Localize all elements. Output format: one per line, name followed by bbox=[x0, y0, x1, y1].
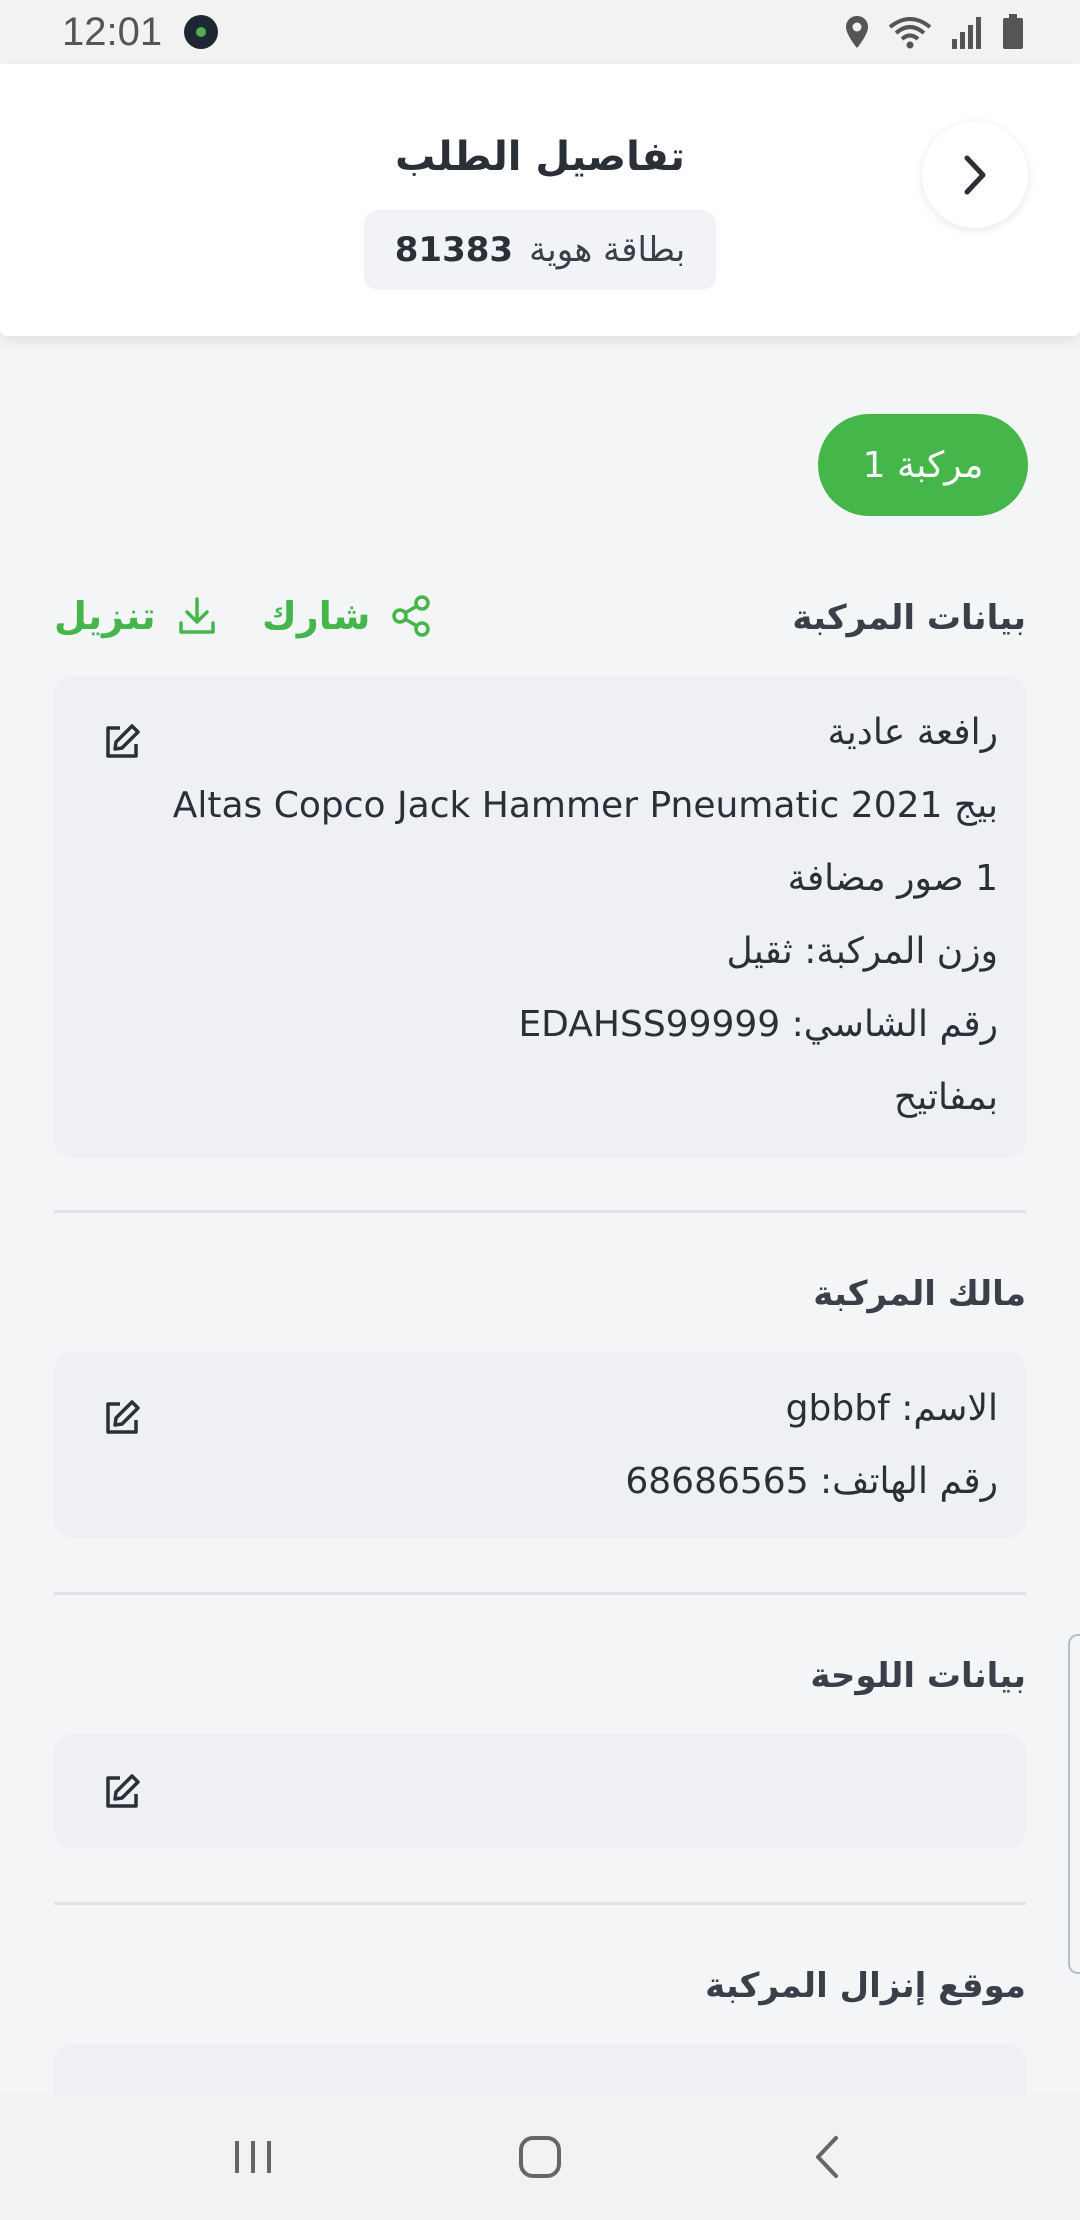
vehicle-owner-card: الاسم: gbbbf رقم الهاتف: 68686565 bbox=[54, 1352, 1026, 1538]
battery-icon bbox=[1003, 14, 1023, 49]
vehicle-weight: وزن المركبة: ثقيل bbox=[726, 931, 998, 972]
chevron-right-icon bbox=[964, 155, 986, 195]
location-icon bbox=[846, 16, 868, 48]
download-label: تنزيل bbox=[54, 594, 156, 638]
vehicle-owner-title: مالك المركبة bbox=[813, 1274, 1026, 1314]
signal-icon bbox=[952, 17, 981, 49]
owner-phone: رقم الهاتف: 68686565 bbox=[625, 1461, 998, 1502]
back-nav-button[interactable] bbox=[767, 2117, 887, 2197]
vehicle-data-lines: رافعة عادية بيج Altas Copco Jack Hammer … bbox=[173, 696, 998, 1134]
divider bbox=[54, 1902, 1026, 1905]
home-button[interactable] bbox=[480, 2117, 600, 2197]
id-value: 81383 bbox=[394, 230, 514, 270]
edit-plate-button[interactable] bbox=[100, 1770, 144, 1814]
vehicle-photos: 1 صور مضافة bbox=[787, 858, 998, 899]
edit-owner-button[interactable] bbox=[100, 1396, 144, 1440]
owner-name: الاسم: gbbbf bbox=[785, 1388, 998, 1429]
back-arrow-icon bbox=[815, 2136, 838, 2178]
back-button[interactable] bbox=[922, 122, 1028, 228]
vehicle-data-title: بيانات المركبة bbox=[792, 598, 1026, 638]
share-button[interactable]: شارك bbox=[262, 594, 432, 638]
status-bar: 12:01 bbox=[0, 0, 1080, 64]
page-header: تفاصيل الطلب بطاقة هوية 81383 bbox=[0, 64, 1080, 336]
divider bbox=[54, 1210, 1026, 1213]
home-icon bbox=[518, 2136, 561, 2178]
plate-data-title: بيانات اللوحة bbox=[810, 1656, 1026, 1696]
vehicle-tab[interactable]: مركبة 1 bbox=[818, 414, 1028, 516]
notification-dot-icon bbox=[184, 15, 219, 49]
edit-icon bbox=[106, 1400, 140, 1434]
dropoff-location-title: موقع إنزال المركبة bbox=[705, 1966, 1026, 2006]
vehicle-owner-lines: الاسم: gbbbf رقم الهاتف: 68686565 bbox=[625, 1372, 998, 1518]
download-icon bbox=[178, 597, 215, 634]
page-title: تفاصيل الطلب bbox=[395, 134, 685, 180]
share-icon bbox=[392, 595, 431, 637]
edit-vehicle-button[interactable] bbox=[100, 720, 144, 764]
id-label: بطاقة هوية bbox=[529, 230, 686, 270]
wifi-icon bbox=[888, 17, 932, 49]
recent-apps-button[interactable] bbox=[193, 2117, 313, 2197]
request-id-badge: بطاقة هوية 81383 bbox=[364, 210, 716, 290]
vehicle-chassis: رقم الشاسي: EDAHSS99999 bbox=[518, 1004, 998, 1045]
plate-data-card bbox=[54, 1734, 1026, 1848]
divider bbox=[54, 1592, 1026, 1595]
vehicle-model: بيج Altas Copco Jack Hammer Pneumatic 20… bbox=[172, 785, 998, 826]
vehicle-type: رافعة عادية bbox=[827, 712, 998, 753]
share-label: شارك bbox=[262, 594, 371, 638]
edit-icon bbox=[106, 1774, 140, 1808]
vehicle-data-card: رافعة عادية بيج Altas Copco Jack Hammer … bbox=[54, 676, 1026, 1158]
status-time: 12:01 bbox=[62, 9, 163, 54]
recent-apps-icon bbox=[235, 2141, 272, 2173]
vehicle-keys: بمفاتيح bbox=[893, 1077, 998, 1118]
edit-icon bbox=[106, 724, 140, 758]
system-nav-bar bbox=[0, 2094, 1080, 2220]
download-button[interactable]: تنزيل bbox=[54, 594, 218, 638]
scroll-indicator[interactable] bbox=[1068, 1634, 1080, 1974]
